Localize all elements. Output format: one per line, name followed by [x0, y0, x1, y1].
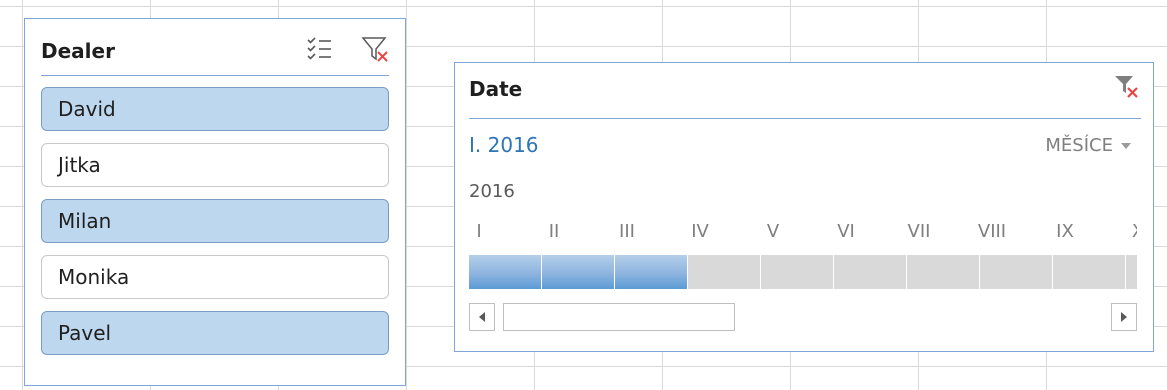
timeline-month-segment[interactable] — [1053, 255, 1125, 289]
clear-filter-icon[interactable] — [361, 35, 389, 63]
timeline-month-segment[interactable] — [615, 255, 687, 289]
dealer-item-milan[interactable]: Milan — [41, 199, 389, 243]
timeline-month-segment[interactable] — [1126, 255, 1137, 289]
multi-select-icon[interactable] — [305, 35, 333, 63]
scrollbar-thumb[interactable] — [503, 303, 735, 331]
timeline-month-label: VII — [907, 221, 931, 242]
dealer-slicer: Dealer David Jitka Milan Monika Pavel — [24, 18, 406, 386]
dealer-item-jitka[interactable]: Jitka — [41, 143, 389, 187]
arrow-right-icon[interactable] — [1111, 303, 1137, 331]
timeline-title: Date — [469, 77, 523, 101]
timeline-month-segment[interactable] — [542, 255, 614, 289]
timeline-month-label: VIII — [977, 221, 1007, 242]
dealer-item-label: Pavel — [58, 321, 112, 345]
chevron-down-icon — [1121, 142, 1131, 149]
dealer-item-monika[interactable]: Monika — [41, 255, 389, 299]
dealer-item-pavel[interactable]: Pavel — [41, 311, 389, 355]
dealer-item-list: David Jitka Milan Monika Pavel — [41, 87, 389, 367]
clear-filter-icon[interactable] — [1111, 71, 1141, 101]
dealer-item-label: David — [58, 97, 116, 121]
timeline-month-label: X — [1102, 221, 1137, 242]
timeline-month-label: VI — [837, 221, 855, 242]
arrow-left-icon[interactable] — [469, 303, 495, 331]
timeline-month-segment[interactable] — [469, 255, 541, 289]
timeline-year-label: 2016 — [469, 181, 515, 202]
timeline-month-segment[interactable] — [980, 255, 1052, 289]
timeline-month-segment[interactable] — [907, 255, 979, 289]
timeline-month-label: II — [548, 221, 560, 242]
dealer-slicer-header: Dealer — [41, 33, 389, 76]
timeline-month-segment[interactable] — [834, 255, 906, 289]
timeline-scrollbar[interactable] — [469, 303, 1137, 331]
dealer-item-label: Monika — [58, 265, 130, 289]
timeline-level-dropdown[interactable]: MĚSÍCE — [1045, 135, 1131, 156]
dealer-item-label: Milan — [58, 209, 112, 233]
timeline-month-segment[interactable] — [688, 255, 760, 289]
timeline-header-divider — [469, 118, 1141, 119]
dealer-item-david[interactable]: David — [41, 87, 389, 131]
dealer-slicer-title: Dealer — [41, 39, 115, 63]
timeline-level-label: MĚSÍCE — [1045, 135, 1113, 156]
date-timeline: Date I. 2016 MĚSÍCE 2016 I II III IV V VI VII V… — [454, 62, 1154, 352]
timeline-range-label: I. 2016 — [469, 133, 539, 157]
timeline-month-labels: IIIIIIIVVVIVIIVIIIIXX — [469, 221, 1137, 245]
timeline-month-label: IV — [691, 221, 709, 242]
timeline-month-label: III — [619, 221, 635, 242]
timeline-bar[interactable] — [469, 255, 1137, 289]
timeline-month-label: I — [476, 221, 482, 242]
timeline-month-label: IX — [1056, 221, 1074, 242]
timeline-month-label: V — [766, 221, 780, 242]
timeline-month-segment[interactable] — [761, 255, 833, 289]
dealer-item-label: Jitka — [58, 153, 101, 177]
